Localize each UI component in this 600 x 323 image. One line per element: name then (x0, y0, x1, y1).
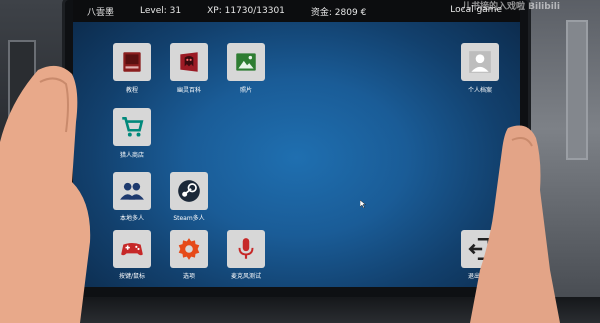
left-hand (0, 65, 91, 323)
app-profile-label: 个人档案 (467, 87, 492, 94)
gamepad-icon (121, 243, 143, 256)
app-local-multiplayer-button[interactable] (113, 172, 151, 210)
app-mic-test-label: 麦克风测试 (230, 273, 261, 280)
game-scene: 八雲墨 Level: 31 XP: 11730/13301 资金: 2809 €… (0, 0, 600, 323)
steam-icon (178, 180, 200, 202)
microphone-icon (238, 238, 254, 259)
player-name: 八雲墨 (87, 7, 115, 18)
player-level: Level: 31 (140, 6, 182, 16)
app-photos-button[interactable] (227, 43, 265, 81)
app-shop-button[interactable] (113, 108, 151, 146)
profile-icon (469, 51, 491, 73)
app-steam-multiplayer-button[interactable] (170, 172, 208, 210)
mouse-cursor-icon (360, 200, 366, 208)
photo-icon (236, 53, 256, 71)
app-tutorial-button[interactable] (113, 43, 151, 81)
app-profile-button[interactable] (461, 43, 499, 81)
app-ghost-wiki-button[interactable] (170, 43, 208, 81)
player-xp: XP: 11730/13301 (207, 6, 285, 16)
app-photos-label: 照片 (239, 87, 252, 94)
book-icon (123, 52, 141, 72)
ghost-book-icon (180, 52, 198, 72)
app-controls-button[interactable] (113, 230, 151, 268)
app-steam-multiplayer-label: Steam多人 (173, 215, 205, 222)
video-watermark: 儿书接的入戏啦 Bilibili (462, 2, 560, 12)
app-mic-test-button[interactable] (227, 230, 265, 268)
status-bar: 八雲墨 Level: 31 XP: 11730/13301 资金: 2809 €… (73, 0, 520, 22)
shopping-cart-icon (122, 117, 144, 137)
settings-gear-icon (178, 238, 200, 260)
background-rack-right (566, 20, 588, 160)
people-icon (120, 182, 144, 200)
player-money: 资金: 2809 € (310, 7, 367, 18)
app-shop-label: 猎人商店 (119, 152, 144, 159)
app-options-button[interactable] (170, 230, 208, 268)
right-hand (470, 125, 560, 323)
